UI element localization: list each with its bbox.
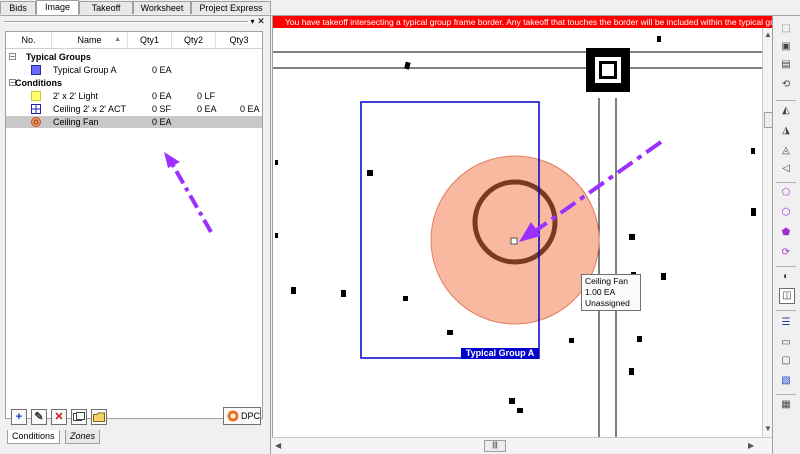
tooltip-title: Ceiling Fan — [585, 276, 628, 286]
main-tab-bar: Bids Image Takeoff Worksheet Project Exp… — [0, 0, 800, 16]
col-name-label: Name — [77, 35, 102, 45]
panel-grip — [4, 21, 248, 23]
shape-icon[interactable]: ⬡ — [779, 206, 793, 220]
copy-icon — [73, 412, 85, 421]
tooltip-quantity: 1.00 EA — [585, 287, 616, 297]
scroll-down-icon[interactable]: ▼ — [764, 424, 772, 433]
dpc-icon — [227, 410, 239, 422]
row-qty1: 0 EA — [152, 117, 172, 127]
folder-icon — [93, 412, 105, 422]
col-name[interactable]: Name ▲ — [52, 32, 128, 48]
notes-list-icon[interactable]: ▦ — [779, 398, 793, 412]
tab-takeoff[interactable]: Takeoff — [79, 1, 133, 14]
grid-icon — [31, 104, 41, 114]
col-qty3[interactable]: Qty3 — [216, 32, 262, 48]
folder-condition-button[interactable] — [91, 409, 107, 425]
row-qty1: 0 SF — [152, 104, 172, 114]
condition-toolbar: + ✎ ✕ DPC — [5, 405, 263, 429]
scroll-left-icon[interactable]: ◀ — [275, 441, 281, 450]
dpc-label: DPC — [241, 411, 261, 421]
table-row-selected[interactable]: Ceiling Fan 0 EA — [6, 116, 262, 128]
tab-bids[interactable]: Bids — [0, 1, 36, 14]
linear-icon[interactable]: ◬ — [779, 144, 793, 158]
tab-zones[interactable]: Zones — [65, 430, 101, 444]
tooltip-status: Unassigned — [585, 298, 630, 308]
split-icon[interactable]: ◫ — [779, 288, 795, 304]
copy-condition-button[interactable] — [71, 409, 87, 425]
row-qty1: 0 EA — [152, 91, 172, 101]
sort-asc-icon: ▲ — [114, 36, 121, 43]
group-label: Conditions — [15, 78, 62, 88]
tab-worksheet[interactable]: Worksheet — [133, 1, 191, 14]
plan-drawing — [273, 36, 773, 437]
table-row[interactable]: Typical Group A 0 EA — [6, 64, 262, 76]
annotation-arrow — [164, 152, 213, 233]
tab-conditions[interactable]: Conditions — [7, 430, 60, 444]
cut-icon[interactable]: ⬟ — [779, 226, 793, 240]
scroll-up-icon[interactable]: ▲ — [764, 30, 772, 39]
window-icon[interactable]: ▣ — [779, 40, 793, 54]
tab-project-express[interactable]: Project Express — [191, 1, 271, 14]
collapse-icon[interactable]: − — [9, 53, 16, 61]
measure-icon[interactable]: ◭ — [779, 104, 793, 118]
page-icon[interactable]: ▤ — [779, 58, 793, 72]
panel-close-icon[interactable]: ✕ — [256, 16, 266, 27]
scroll-right-icon[interactable]: ▶ — [748, 441, 754, 450]
table-row[interactable]: 2' x 2' Light 0 EA 0 LF — [6, 90, 262, 102]
rotate-shape-icon[interactable]: ⟳ — [779, 246, 793, 260]
vertical-scrollbar[interactable]: ▲ ▼ — [762, 28, 773, 437]
contrast-icon[interactable]: ◐ — [779, 270, 793, 284]
rotate-icon[interactable]: ⟲ — [779, 78, 793, 92]
panel-bottom-tabs: Conditions Zones — [5, 430, 263, 444]
col-no[interactable]: No. — [6, 32, 52, 48]
warning-banner: You have takeoff intersecting a typical … — [273, 16, 773, 28]
group-label: Typical Groups — [26, 52, 91, 62]
list-icon[interactable]: ☰ — [779, 316, 793, 330]
horizontal-scrollbar[interactable]: ◀ ||| ▶ — [272, 437, 772, 453]
right-toolbar: ⬚ ▣ ▤ ⟲ ◭ ◮ ◬ ◁ ⬠ ⬡ ⬟ ⟳ ◐ ◫ ☰ ▭ ▢ ▧ ▦ — [772, 16, 800, 454]
area-icon[interactable]: ◮ — [779, 124, 793, 138]
fan-center-handle[interactable] — [510, 237, 518, 245]
fan-icon — [31, 117, 41, 127]
conditions-panel: ▾ ✕ No. Name ▲ Qty1 Qty2 Qty3 − Typical … — [0, 16, 271, 454]
select-icon[interactable]: ⬚ — [779, 22, 793, 36]
takeoff-tooltip: Ceiling Fan 1.00 EA Unassigned — [581, 274, 641, 311]
notes-icon[interactable]: ▧ — [779, 374, 793, 388]
count-icon[interactable]: ◁ — [779, 162, 793, 176]
row-name: Ceiling 2' x 2' ACT — [53, 104, 126, 114]
page-number-icon[interactable]: ▢ — [779, 354, 793, 368]
tab-image[interactable]: Image — [36, 0, 79, 15]
row-qty2: 0 EA — [197, 104, 217, 114]
row-qty3: 0 EA — [240, 104, 260, 114]
dpc-button[interactable]: DPC — [223, 407, 261, 425]
edit-condition-button[interactable]: ✎ — [31, 409, 47, 425]
typical-group-icon — [31, 65, 41, 75]
comment-icon[interactable]: ▭ — [779, 336, 793, 350]
light-icon — [31, 91, 41, 101]
add-condition-button[interactable]: + — [11, 409, 27, 425]
horizontal-scroll-thumb[interactable]: ||| — [484, 440, 506, 452]
row-name: 2' x 2' Light — [53, 91, 98, 101]
drawing-canvas[interactable]: You have takeoff intersecting a typical … — [272, 16, 773, 437]
typical-group-label: Typical Group A — [461, 348, 539, 359]
tree-group-conditions[interactable]: − Conditions — [6, 77, 262, 89]
col-qty2[interactable]: Qty2 — [172, 32, 216, 48]
row-qty2: 0 LF — [197, 91, 216, 101]
tree-column-header: No. Name ▲ Qty1 Qty2 Qty3 — [6, 32, 262, 49]
tree-group-typical[interactable]: − Typical Groups — [6, 51, 262, 63]
col-qty1[interactable]: Qty1 — [128, 32, 172, 48]
table-row[interactable]: Ceiling 2' x 2' ACT 0 SF 0 EA 0 EA — [6, 103, 262, 115]
row-qty1: 0 EA — [152, 65, 172, 75]
delete-condition-button[interactable]: ✕ — [51, 409, 67, 425]
row-name: Typical Group A — [53, 65, 117, 75]
poly-icon[interactable]: ⬠ — [779, 186, 793, 200]
conditions-tree[interactable]: No. Name ▲ Qty1 Qty2 Qty3 − Typical Grou… — [5, 31, 263, 419]
row-name: Ceiling Fan — [53, 117, 99, 127]
